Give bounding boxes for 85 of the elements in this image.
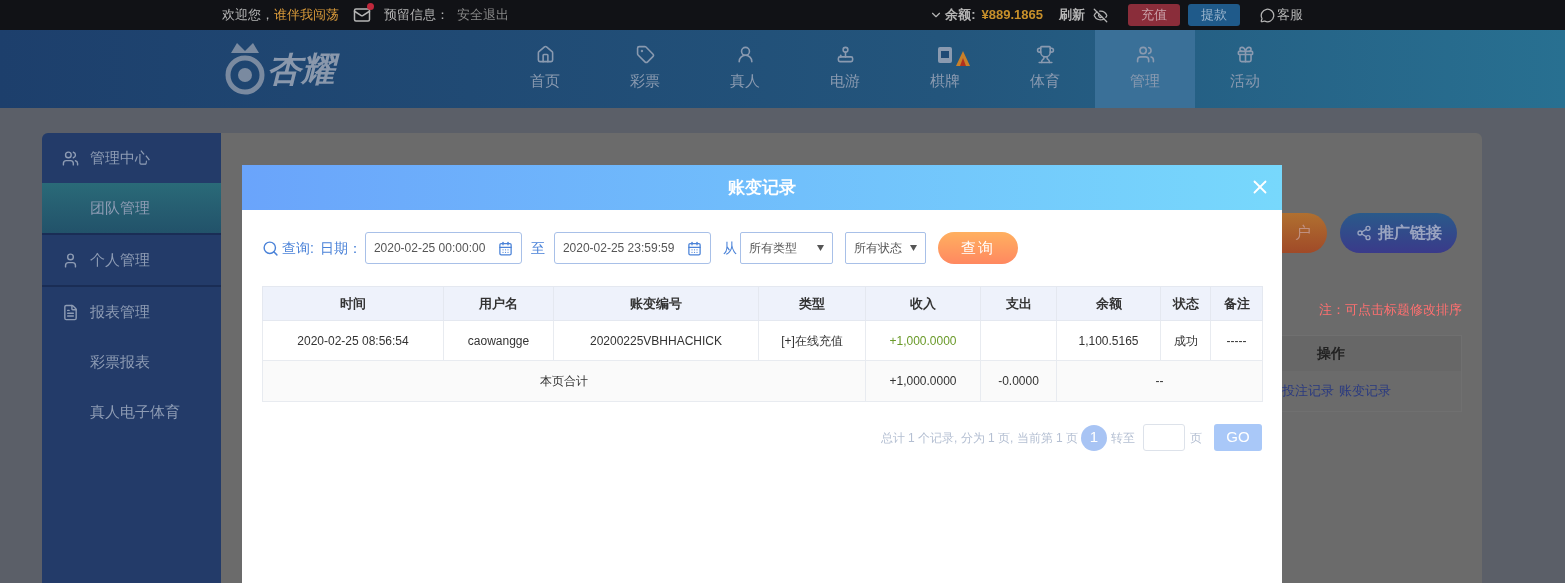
sidebar-icon <box>62 149 79 167</box>
query-button[interactable]: 查询 <box>937 232 1018 264</box>
balance-label: 余额: <box>945 6 976 25</box>
table-cell: 成功 <box>1160 320 1211 361</box>
username-link[interactable]: 谁伴我闯荡 <box>274 5 339 25</box>
column-header: 类型 <box>758 286 866 321</box>
reserved-info-label: 预留信息： <box>384 6 449 25</box>
column-header: 备注 <box>1210 286 1263 321</box>
nav-item[interactable]: 棋牌 <box>895 30 995 108</box>
mail-icon[interactable] <box>353 6 371 24</box>
calendar-icon[interactable] <box>686 240 702 256</box>
sidebar-icon <box>62 303 79 321</box>
date-to-field[interactable]: 2020-02-25 23:59:59 <box>553 232 711 264</box>
column-header: 状态 <box>1160 286 1211 321</box>
sidebar-item[interactable]: 报表管理 <box>42 287 221 337</box>
record-link[interactable]: 账变记录 <box>1339 380 1391 401</box>
nav-icon <box>735 45 755 65</box>
table-cell: 1,100.5165 <box>1056 320 1161 361</box>
column-header: 收入 <box>865 286 981 321</box>
nav-icon <box>635 45 655 65</box>
nav-icon <box>835 45 855 65</box>
page-unit: 页 <box>1190 429 1202 447</box>
query-label: 查询: <box>282 238 314 258</box>
eye-off-icon[interactable] <box>1093 7 1108 23</box>
type-select[interactable]: 所有类型 <box>739 232 833 264</box>
record-link[interactable]: 投注记录 <box>1282 380 1334 401</box>
pagination-summary: 总计 1 个记录, 分为 1 页, 当前第 1 页 <box>880 429 1078 447</box>
table-cell: ----- <box>1210 320 1263 361</box>
column-header: 操作 <box>1316 343 1346 363</box>
calendar-icon[interactable] <box>497 240 513 256</box>
nav-item[interactable]: 管理 <box>1095 30 1195 108</box>
date-label: 日期： <box>319 238 362 258</box>
chat-icon[interactable] <box>1260 7 1275 23</box>
to-label: 至 <box>530 238 545 258</box>
sidebar-subitem[interactable]: 团队管理 <box>42 183 221 233</box>
dialog-title: 账变记录 <box>728 176 796 199</box>
column-header: 账变编号 <box>553 286 759 321</box>
nav-icon <box>1035 45 1055 65</box>
logout-link[interactable]: 安全退出 <box>457 5 509 25</box>
nav-icon <box>535 45 555 65</box>
nav-item[interactable]: 电游 <box>795 30 895 108</box>
table-cell: [+]在线充值 <box>758 320 866 361</box>
goto-label: 转至 <box>1111 429 1135 447</box>
nav-item[interactable]: 活动 <box>1195 30 1295 108</box>
table-cell: +1,000.0000 <box>865 320 981 361</box>
withdraw-button[interactable]: 提款 <box>1188 4 1240 26</box>
deposit-button[interactable]: 充值 <box>1128 4 1180 26</box>
table-cell: 2020-02-25 08:56:54 <box>262 320 444 361</box>
sort-note: 注：可点击标题修改排序 <box>1319 301 1462 319</box>
sidebar-item[interactable]: 个人管理 <box>42 235 221 285</box>
share-icon <box>1355 225 1372 241</box>
status-select[interactable]: 所有状态 <box>844 232 926 264</box>
date-from-field[interactable]: 2020-02-25 00:00:00 <box>364 232 522 264</box>
sidebar-item[interactable]: 管理中心 <box>42 133 221 183</box>
dropdown-icon <box>909 245 917 251</box>
nav-item[interactable]: 体育 <box>995 30 1095 108</box>
search-icon <box>262 239 279 257</box>
logo-text: 杏耀 <box>267 49 339 89</box>
table-cell: caowangge <box>443 320 554 361</box>
column-header: 时间 <box>262 286 444 321</box>
table-cell: -0.0000 <box>980 360 1057 402</box>
column-header: 用户名 <box>443 286 554 321</box>
table-cell: +1,000.0000 <box>865 360 981 402</box>
nav-item[interactable]: 彩票 <box>595 30 695 108</box>
promo-link-button[interactable]: 推广链接 <box>1340 213 1457 253</box>
welcome-text: 欢迎您， <box>222 6 274 25</box>
sidebar-subitem[interactable]: 真人电子体育 <box>42 387 221 437</box>
balance-amount: ¥889.1865 <box>981 6 1043 25</box>
page-input[interactable] <box>1143 424 1185 451</box>
column-header: 支出 <box>980 286 1057 321</box>
dropdown-icon <box>816 245 824 251</box>
from-label: 从 <box>722 238 737 258</box>
column-header: 余额 <box>1056 286 1161 321</box>
card-icon <box>937 45 953 64</box>
table-cell: 20200225VBHHACHICK <box>553 320 759 361</box>
nav-icon <box>1235 45 1255 65</box>
table-cell: -- <box>1056 360 1263 402</box>
nav-icon <box>1135 45 1155 65</box>
sidebar-icon <box>62 251 79 269</box>
refresh-link[interactable]: 刷新 <box>1059 5 1085 25</box>
table-cell: 本页合计 <box>262 360 866 402</box>
nav-item[interactable]: 真人 <box>695 30 795 108</box>
sidebar-subitem[interactable]: 彩票报表 <box>42 337 221 387</box>
customer-service-link[interactable]: 客服 <box>1277 5 1303 25</box>
nav-item[interactable]: 首页 <box>495 30 595 108</box>
